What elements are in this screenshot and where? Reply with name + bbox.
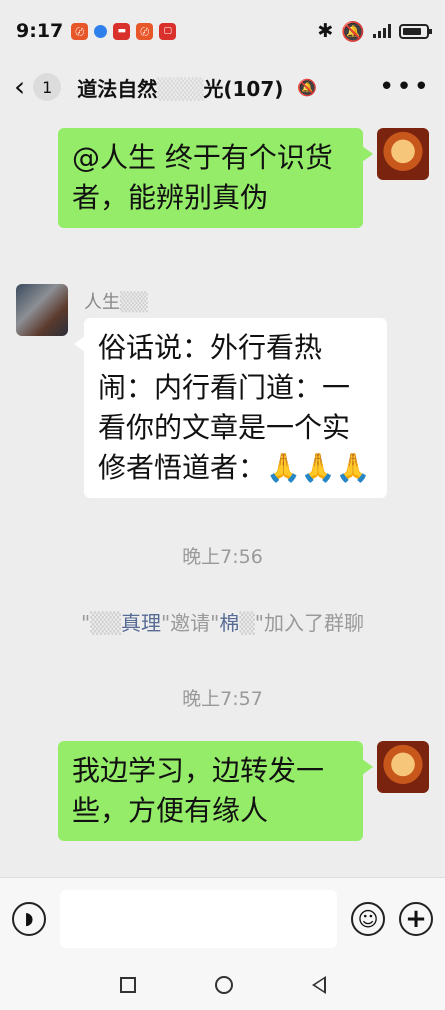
voice-icon[interactable]: ◗ <box>12 902 46 936</box>
message-bubble-self[interactable]: 我边学习，边转发一些，方便有缘人 <box>58 741 373 841</box>
status-system-icons: ✱ 🔕 <box>317 20 432 43</box>
chevron-left-icon[interactable]: ‹ <box>14 73 25 101</box>
sender-name: 人生▒▒ <box>84 292 148 313</box>
triangle-back-icon[interactable] <box>311 976 326 994</box>
bell-mute-icon: 🔕 <box>297 77 318 97</box>
avatar-self[interactable] <box>377 741 429 793</box>
message-text: 俗话说：外行看热闹：内行看门道：一看你的文章是一个实修者悟道者：🙏🙏🙏 <box>98 331 371 484</box>
more-dots-icon[interactable]: ••• <box>379 74 431 100</box>
square-recent-icon[interactable] <box>119 977 136 993</box>
chat-title-main: 道法自然 <box>77 76 158 101</box>
bluetooth-icon: ✱ <box>317 20 334 42</box>
plus-icon[interactable]: + <box>399 902 433 936</box>
app-badge-blue-icon <box>94 24 108 38</box>
message-text: 我边学习，边转发一些，方便有缘人 <box>72 754 325 827</box>
message-input[interactable] <box>60 890 337 948</box>
status-bar: 9:17 〄 ▬ 〄 ▢ ✱ 🔕 <box>0 0 445 62</box>
mute-icon: 🔕 <box>341 20 365 43</box>
system-message: "▒▒真理"邀请"棉▒"加入了群聊 <box>81 611 364 635</box>
avatar-other[interactable] <box>16 284 68 336</box>
app-badge-red-1-icon: ▬ <box>113 22 131 40</box>
status-time: 9:17 <box>16 20 64 42</box>
message-bubble-other[interactable]: 俗话说：外行看热闹：内行看门道：一看你的文章是一个实修者悟道者：🙏🙏🙏 <box>74 318 387 498</box>
system-nav-bar <box>0 960 445 1010</box>
time-label: 晚上7:57 <box>182 688 263 710</box>
app-badge-red-2-icon: 〄 <box>136 22 154 40</box>
time-label: 晚上7:56 <box>182 546 263 568</box>
inviter-link[interactable]: 真理 <box>121 611 161 635</box>
signal-icon <box>373 24 391 38</box>
unread-count-badge[interactable]: 1 <box>33 73 62 101</box>
chat-title-suffix: 光(107) <box>203 76 284 101</box>
circle-home-icon[interactable] <box>214 976 233 994</box>
invitee-link[interactable]: 棉 <box>219 611 239 635</box>
status-app-icons: 〄 ▬ 〄 ▢ <box>71 22 177 40</box>
avatar-self[interactable] <box>377 128 429 180</box>
app-badge-red-3-icon: ▢ <box>159 22 177 40</box>
chat-header: ‹ 1 道法自然▒▒▒光(107) 🔕 ••• <box>0 62 445 112</box>
input-bar: ◗ ☺ + <box>0 877 445 960</box>
app-badge-orange-icon: 〄 <box>71 22 89 40</box>
battery-icon <box>399 23 432 39</box>
chat-title: 道法自然▒▒▒光(107) <box>77 76 284 101</box>
message-text: @人生 终于有个识货者，能辨别真伪 <box>72 141 333 214</box>
message-bubble-self[interactable]: @人生 终于有个识货者，能辨别真伪 <box>58 128 373 228</box>
emoji-icon[interactable]: ☺ <box>351 902 385 936</box>
